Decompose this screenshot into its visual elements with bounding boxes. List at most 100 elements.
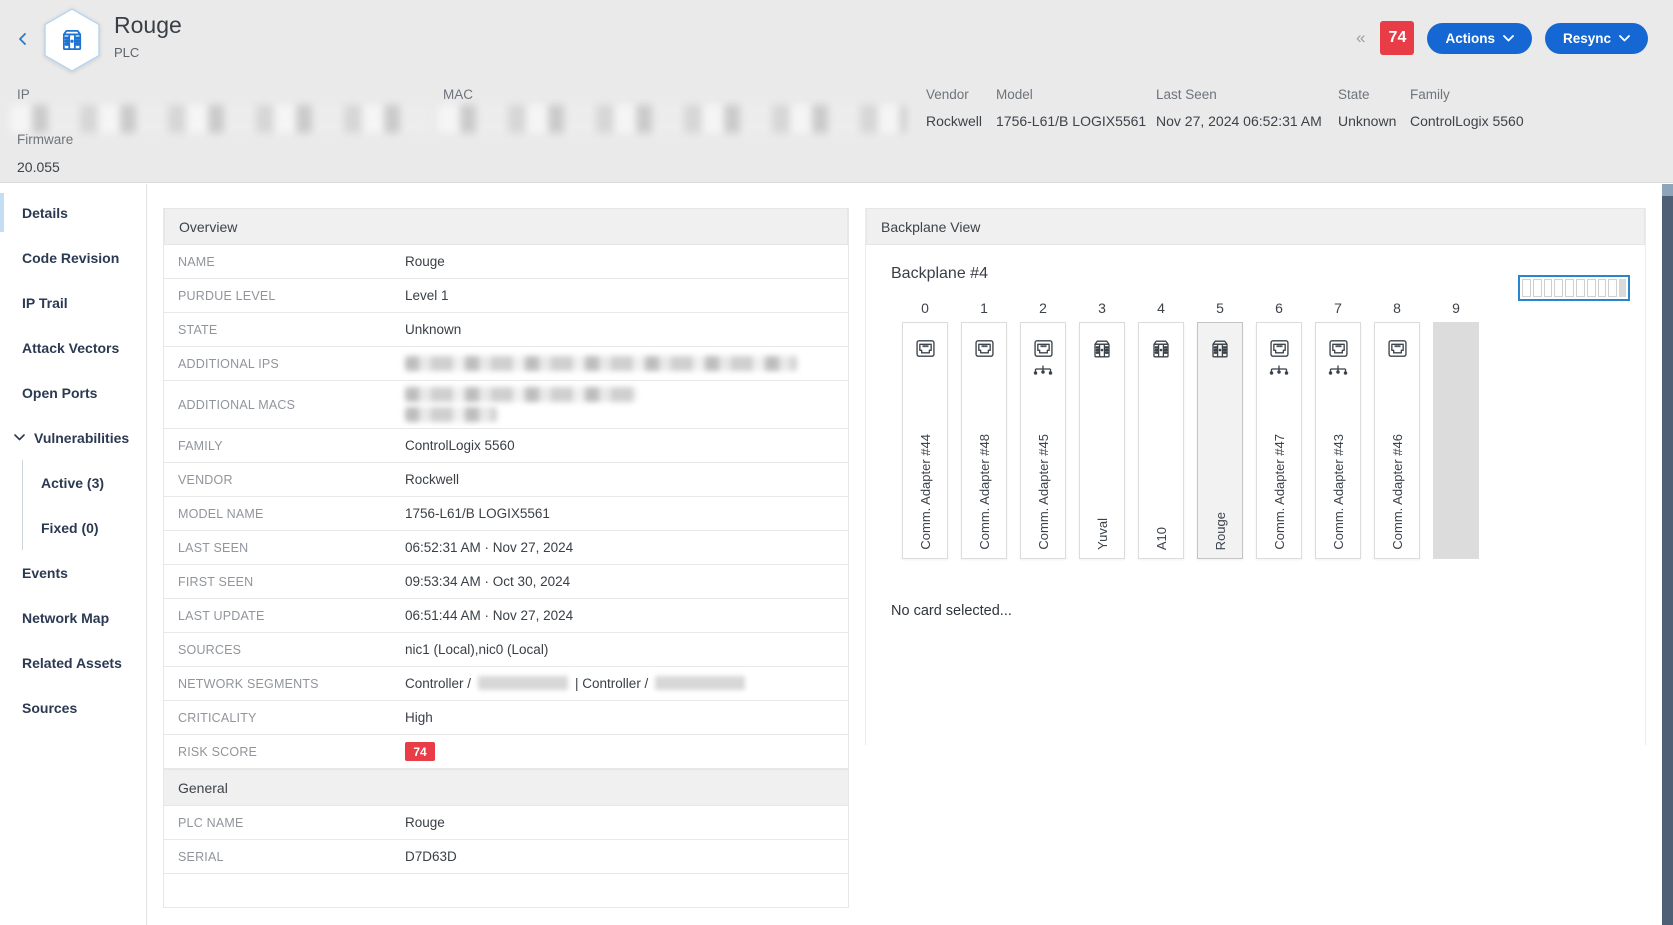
- slot-card-yuval[interactable]: Yuval: [1079, 322, 1125, 559]
- slot-number: 7: [1315, 300, 1361, 316]
- state-label: State: [1338, 87, 1370, 102]
- sidebar-item-label: Code Revision: [22, 250, 119, 266]
- backplane-minimap[interactable]: [1518, 275, 1630, 301]
- vulnerabilities-subgroup: Active (3) Fixed (0): [22, 460, 146, 550]
- chevron-down-icon: [1503, 35, 1514, 42]
- table-row: SERIALD7D63D: [164, 840, 848, 874]
- risk-score-badge: 74: [405, 742, 435, 761]
- sidebar-item-label: Open Ports: [22, 385, 97, 401]
- sidebar-item-network-map[interactable]: Network Map: [0, 595, 146, 640]
- sidebar-item-label: Events: [22, 565, 68, 581]
- table-row: FIRST SEEN09:53:34 AM · Oct 30, 2024: [164, 565, 848, 599]
- row-label: FAMILY: [164, 439, 405, 453]
- sidebar-subitem-fixed[interactable]: Fixed (0): [23, 505, 146, 550]
- vertical-scrollbar[interactable]: [1662, 184, 1673, 925]
- sidebar-subitem-active[interactable]: Active (3): [23, 460, 146, 505]
- resync-button[interactable]: Resync: [1545, 23, 1648, 54]
- ethernet-port-icon: [914, 337, 937, 360]
- row-label: PLC NAME: [164, 816, 405, 830]
- firmware-label: Firmware: [17, 132, 73, 147]
- backplane-panel-title: Backplane View: [866, 208, 1645, 245]
- slot-number: 1: [961, 300, 1007, 316]
- row-value: Controller /| Controller /: [405, 676, 762, 691]
- slot-card-label: Comm. Adapter #44: [918, 434, 933, 550]
- row-value: Rouge: [405, 254, 455, 269]
- actions-button[interactable]: Actions: [1427, 23, 1532, 54]
- ip-label: IP: [17, 87, 30, 102]
- row-label: LAST SEEN: [164, 541, 405, 555]
- sidebar-item-related-assets[interactable]: Related Assets: [0, 640, 146, 685]
- slot-card-comm-adapter-43[interactable]: Comm. Adapter #43: [1315, 322, 1361, 559]
- row-label: CRITICALITY: [164, 711, 405, 725]
- slot-card-empty: [1433, 322, 1479, 559]
- slot-card-comm-adapter-48[interactable]: Comm. Adapter #48: [961, 322, 1007, 559]
- sidebar-item-open-ports[interactable]: Open Ports: [0, 370, 146, 415]
- page-title: Rouge: [114, 12, 182, 39]
- table-row: MODEL NAME1756-L61/B LOGIX5561: [164, 497, 848, 531]
- sidebar: Details Code Revision IP Trail Attack Ve…: [0, 184, 147, 925]
- network-tree-icon: [1327, 365, 1349, 375]
- row-value: Rockwell: [405, 472, 469, 487]
- sidebar-item-label: Details: [22, 205, 68, 221]
- slot-card-comm-adapter-44[interactable]: Comm. Adapter #44: [902, 322, 948, 559]
- slot-card-comm-adapter-47[interactable]: Comm. Adapter #47: [1256, 322, 1302, 559]
- mac-label: MAC: [443, 87, 473, 102]
- slot-3: 3 Yuval: [1079, 300, 1125, 559]
- row-label: LAST UPDATE: [164, 609, 405, 623]
- row-label: VENDOR: [164, 473, 405, 487]
- back-button[interactable]: [14, 30, 32, 48]
- slot-card-a10[interactable]: A10: [1138, 322, 1184, 559]
- row-label: NAME: [164, 255, 405, 269]
- sidebar-item-attack-vectors[interactable]: Attack Vectors: [0, 325, 146, 370]
- table-row: ADDITIONAL MACS: [164, 381, 848, 429]
- slot-card-label: Comm. Adapter #46: [1390, 434, 1405, 550]
- slot-6: 6 Comm. Adapter #47: [1256, 300, 1302, 559]
- row-value: 06:51:44 AM · Nov 27, 2024: [405, 608, 583, 623]
- actions-button-label: Actions: [1445, 31, 1495, 46]
- row-label: SOURCES: [164, 643, 405, 657]
- row-value: 09:53:34 AM · Oct 30, 2024: [405, 574, 580, 589]
- slot-7: 7 Comm. Adapter #43: [1315, 300, 1361, 559]
- segment-redacted: [655, 676, 745, 690]
- table-row: SOURCESnic1 (Local),nic0 (Local): [164, 633, 848, 667]
- table-row: LAST SEEN06:52:31 AM · Nov 27, 2024: [164, 531, 848, 565]
- row-value: D7D63D: [405, 849, 467, 864]
- slot-card-label: Comm. Adapter #45: [1036, 434, 1051, 550]
- asset-type-label: PLC: [114, 45, 182, 60]
- sidebar-item-details[interactable]: Details: [0, 190, 146, 235]
- firmware-value: 20.055: [17, 159, 60, 175]
- mac-value-redacted: [438, 105, 906, 133]
- sidebar-item-label: Vulnerabilities: [34, 430, 129, 446]
- collapse-panel-icon[interactable]: «: [1354, 28, 1367, 48]
- slot-number: 3: [1079, 300, 1125, 316]
- row-label: ADDITIONAL MACS: [164, 398, 405, 412]
- ethernet-port-icon: [973, 337, 996, 360]
- family-value: ControlLogix 5560: [1410, 113, 1524, 129]
- sidebar-item-ip-trail[interactable]: IP Trail: [0, 280, 146, 325]
- last-seen-label: Last Seen: [1156, 87, 1217, 102]
- no-card-selected-message: No card selected...: [891, 603, 1012, 619]
- row-value: 06:52:31 AM · Nov 27, 2024: [405, 540, 583, 555]
- slot-card-comm-adapter-46[interactable]: Comm. Adapter #46: [1374, 322, 1420, 559]
- slot-card-comm-adapter-45[interactable]: Comm. Adapter #45: [1020, 322, 1066, 559]
- table-row: LAST UPDATE06:51:44 AM · Nov 27, 2024: [164, 599, 848, 633]
- row-value: High: [405, 710, 443, 725]
- row-label: STATE: [164, 323, 405, 337]
- sidebar-item-sources[interactable]: Sources: [0, 685, 146, 730]
- row-value: Rouge: [405, 815, 455, 830]
- scrollbar-up-button[interactable]: [1662, 184, 1673, 196]
- last-seen-value: Nov 27, 2024 06:52:31 AM: [1156, 113, 1322, 129]
- ethernet-port-icon: [1327, 337, 1350, 360]
- row-label: FIRST SEEN: [164, 575, 405, 589]
- slot-2: 2 Comm. Adapter #45: [1020, 300, 1066, 559]
- slot-number: 9: [1433, 300, 1479, 316]
- table-row: CRITICALITYHigh: [164, 701, 848, 735]
- sidebar-item-vulnerabilities[interactable]: Vulnerabilities: [0, 415, 146, 460]
- slot-card-rouge[interactable]: Rouge: [1197, 322, 1243, 559]
- sidebar-item-code-revision[interactable]: Code Revision: [0, 235, 146, 280]
- plc-icon: [1090, 337, 1114, 361]
- slot-0: 0 Comm. Adapter #44: [902, 300, 948, 559]
- model-value: 1756-L61/B LOGIX5561: [996, 113, 1146, 129]
- sidebar-item-events[interactable]: Events: [0, 550, 146, 595]
- ip-value-redacted: [10, 105, 430, 133]
